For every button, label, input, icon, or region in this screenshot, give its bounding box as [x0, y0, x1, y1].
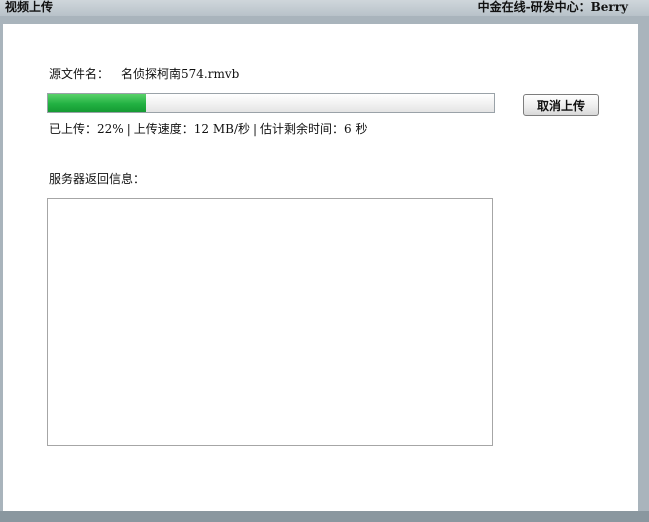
status-separator: | [126, 122, 131, 136]
brand-text: 中金在线-研发中心：Berry [477, 0, 628, 14]
title-bar: 视频上传 中金在线-研发中心：Berry [0, 0, 649, 16]
speed-label: 上传速度： [133, 122, 194, 136]
window-title: 视频上传 [5, 0, 54, 14]
upload-panel: 源文件名： 名侦探柯南574.rmvb 取消上传 已上传：22% | 上传速度：12… [3, 24, 638, 511]
upload-progress-bar [47, 93, 495, 113]
cancel-upload-button[interactable]: 取消上传 [523, 94, 599, 116]
remaining-time-value: 6 秒 [344, 122, 368, 136]
upload-progress-fill [48, 94, 147, 112]
speed-value: 12 MB/秒 [193, 122, 250, 136]
bottom-border [0, 511, 649, 522]
source-file-name: 名侦探柯南574.rmvb [121, 67, 240, 81]
uploaded-label: 已上传： [49, 122, 98, 136]
source-file-label: 源文件名： [49, 67, 110, 81]
upload-status-line: 已上传：22% | 上传速度：12 MB/秒 | 估计剩余时间：6 秒 [49, 122, 368, 136]
server-response-textarea[interactable] [47, 198, 493, 446]
remaining-time-label: 估计剩余时间： [260, 122, 345, 136]
server-response-label: 服务器返回信息： [49, 172, 146, 186]
uploaded-value: 22% [97, 122, 124, 136]
status-separator: | [252, 122, 258, 136]
